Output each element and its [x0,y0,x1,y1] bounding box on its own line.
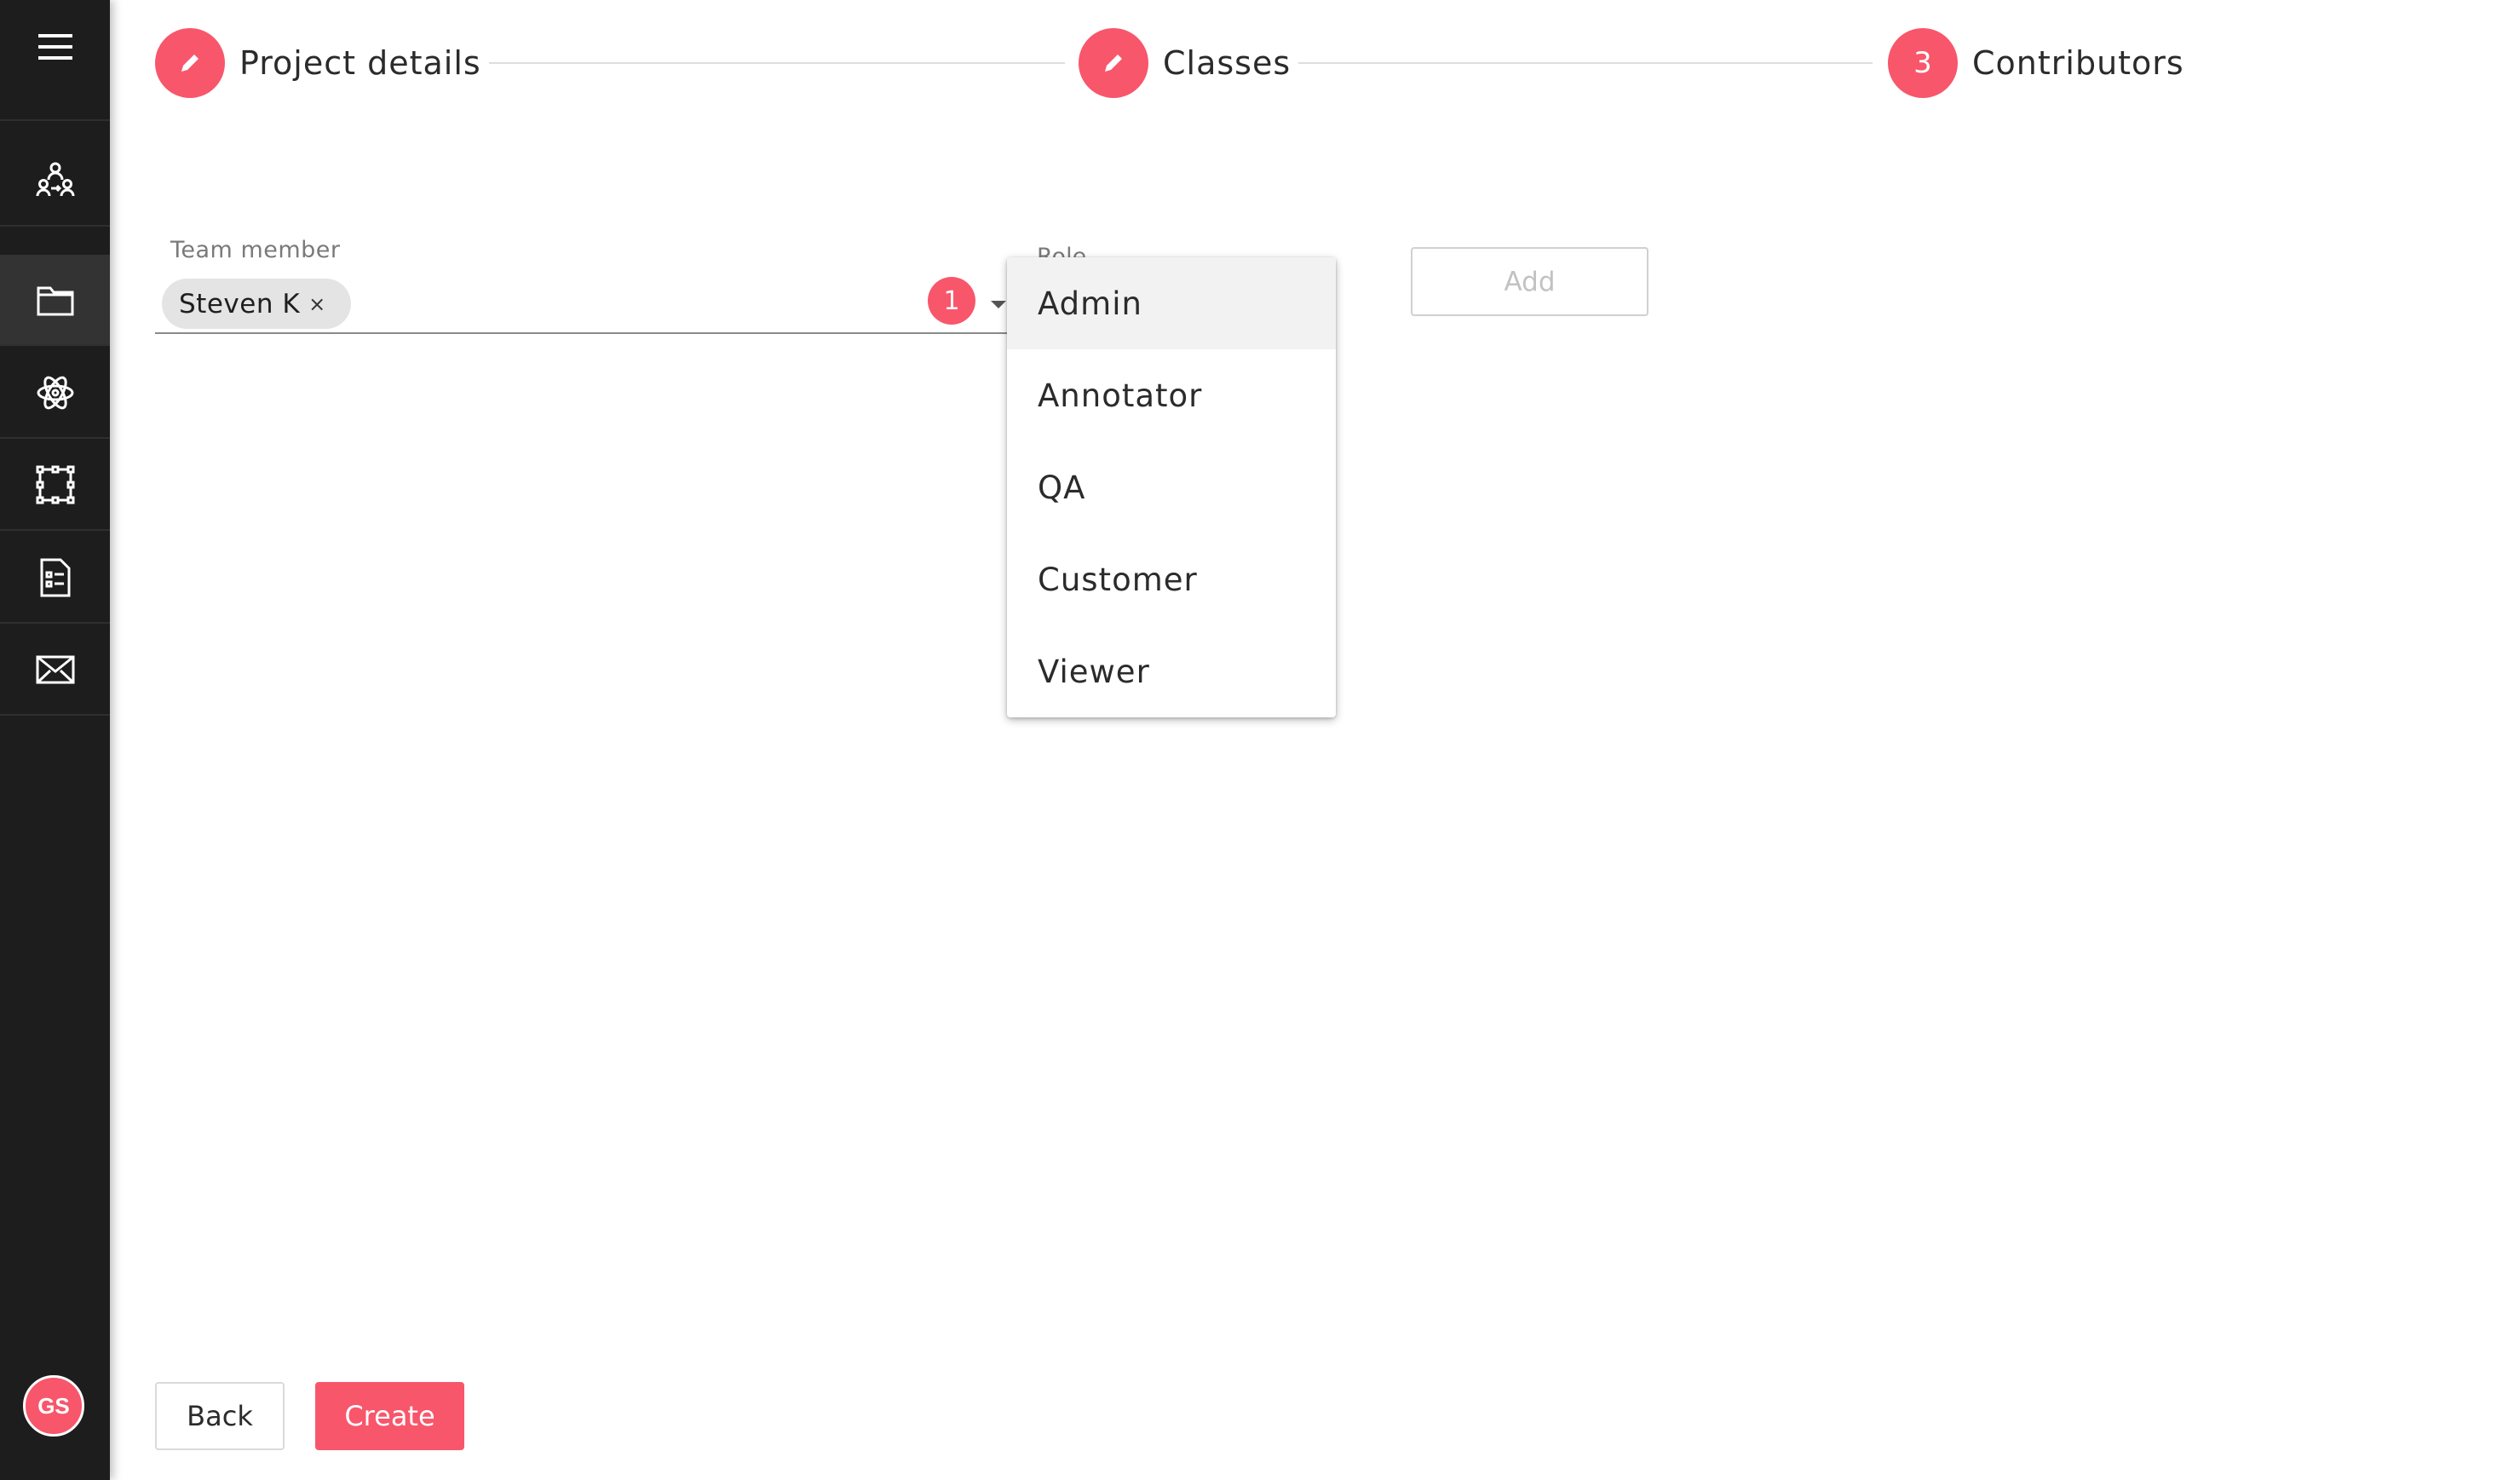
chip-label: Steven K [179,288,301,320]
role-option-viewer[interactable]: Viewer [1007,625,1336,717]
bounding-box-icon [36,465,74,504]
team-icon [36,162,74,196]
step-3-label[interactable]: Contributors [1972,43,2184,83]
step-2-label[interactable]: Classes [1163,43,1291,83]
atom-icon [37,376,73,409]
pencil-icon [181,55,198,72]
step-1-label[interactable]: Project details [239,43,481,83]
sidebar-item-reports[interactable] [0,533,110,624]
back-button[interactable]: Back [155,1382,285,1450]
hamburger-menu-icon [37,34,72,60]
step-connector-2 [1298,62,1873,64]
role-option-qa[interactable]: QA [1007,441,1336,533]
step-1-indicator[interactable] [155,28,225,98]
role-option-annotator[interactable]: Annotator [1007,349,1336,441]
role-option-customer[interactable]: Customer [1007,533,1336,625]
step-3-number: 3 [1913,46,1932,80]
pencil-icon [1105,55,1122,72]
document-list-icon [40,558,70,596]
role-dropdown-menu: Admin Annotator QA Customer Viewer [1007,257,1336,717]
add-button[interactable]: Add [1411,247,1648,316]
step-connector-1 [489,62,1065,64]
role-option-admin[interactable]: Admin [1007,257,1336,349]
sidebar-item-annotations[interactable] [0,440,110,531]
sidebar-item-models[interactable] [0,348,110,439]
step-3-indicator[interactable]: 3 [1888,28,1958,98]
mail-icon [36,655,74,683]
menu-button[interactable] [0,0,110,121]
sidebar-item-teams[interactable] [0,135,110,227]
avatar[interactable]: GS [23,1375,84,1437]
selected-member-chip[interactable]: Steven K × [162,279,351,329]
team-member-input-underline[interactable] [155,332,1007,334]
sidebar: GS [0,0,110,1480]
sidebar-item-projects[interactable] [0,255,110,346]
team-member-label: Team member [170,237,341,263]
team-member-dropdown-arrow-icon[interactable] [991,301,1006,308]
sidebar-item-messages[interactable] [0,625,110,716]
step-2-indicator[interactable] [1079,28,1148,98]
selected-count-badge: 1 [928,277,975,325]
chip-remove-icon[interactable]: × [308,292,326,316]
folder-icon [37,286,73,315]
create-button[interactable]: Create [315,1382,464,1450]
